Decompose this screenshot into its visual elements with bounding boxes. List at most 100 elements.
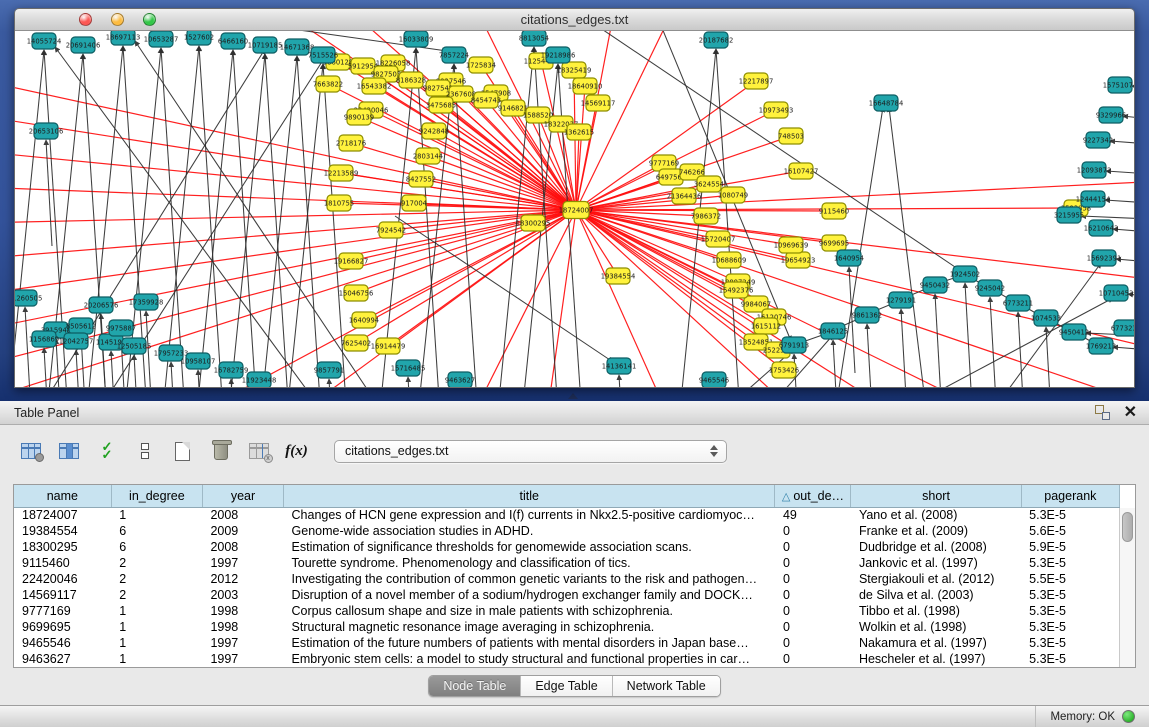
table-cell[interactable]: Embryonic stem cells: a model to study s… bbox=[284, 651, 775, 667]
graph-node[interactable]: 9857791 bbox=[314, 362, 344, 378]
graph-node[interactable]: 12213589 bbox=[324, 165, 359, 181]
table-cell[interactable]: Structural magnetic resonance image aver… bbox=[284, 619, 775, 635]
graph-node[interactable]: 6773231 bbox=[1111, 320, 1135, 336]
graph-node[interactable]: 3475685 bbox=[426, 97, 456, 113]
graph-node[interactable]: 1725834 bbox=[466, 57, 496, 73]
graph-node[interactable]: 16033809 bbox=[399, 31, 434, 47]
graph-edge[interactable] bbox=[1081, 216, 1135, 219]
graph-node[interactable]: 3215955 bbox=[1054, 207, 1084, 223]
graph-node[interactable]: 6791913 bbox=[779, 337, 809, 353]
table-cell[interactable]: 18724007 bbox=[14, 507, 111, 523]
graph-edge[interactable] bbox=[297, 56, 329, 388]
graph-node[interactable]: 9890139 bbox=[344, 109, 374, 125]
graph-node[interactable]: 9329966 bbox=[1096, 107, 1126, 123]
graph-edge[interactable] bbox=[965, 283, 971, 388]
table-cell[interactable]: 9465546 bbox=[14, 635, 111, 651]
graph-node[interactable]: 12505185 bbox=[117, 338, 152, 354]
table-cell[interactable]: Wolkin et al. (1998) bbox=[851, 619, 1021, 635]
graph-edge[interactable] bbox=[576, 210, 1135, 281]
network-canvas[interactable]: 1872400718300295193845549860128591295418… bbox=[15, 31, 1134, 388]
graph-edge[interactable] bbox=[25, 307, 31, 388]
graph-node[interactable]: 14569117 bbox=[581, 95, 616, 111]
graph-node[interactable]: 1924502 bbox=[950, 266, 980, 282]
graph-node[interactable]: 7857224 bbox=[439, 47, 469, 63]
graph-node[interactable]: 1640954 bbox=[834, 250, 864, 266]
graph-hub-node[interactable]: 18724007 bbox=[559, 202, 594, 219]
table-cell[interactable]: Disruption of a novel member of a sodium… bbox=[284, 587, 775, 603]
table-cell[interactable]: 1997 bbox=[202, 651, 283, 667]
column-header-pagerank[interactable]: pagerank bbox=[1021, 485, 1119, 507]
table-cell[interactable]: 1997 bbox=[202, 635, 283, 651]
column-header-short[interactable]: short bbox=[851, 485, 1021, 507]
table-cell[interactable]: 1998 bbox=[202, 603, 283, 619]
graph-edge[interactable] bbox=[395, 216, 613, 362]
table-settings-icon[interactable] bbox=[18, 439, 43, 464]
graph-edge[interactable] bbox=[171, 362, 177, 388]
graph-node[interactable]: 2718176 bbox=[336, 135, 366, 151]
table-cell[interactable]: 19384554 bbox=[14, 523, 111, 539]
graph-node[interactable]: 10969639 bbox=[774, 237, 809, 253]
table-cell[interactable]: 9699695 bbox=[14, 619, 111, 635]
graph-node[interactable]: 16543382 bbox=[357, 78, 392, 94]
graph-node[interactable]: 12444154 bbox=[1076, 191, 1111, 207]
graph-node[interactable]: 1362615 bbox=[564, 124, 594, 140]
table-cell[interactable]: 5.3E-5 bbox=[1021, 603, 1119, 619]
graph-node[interactable]: 1080749 bbox=[718, 187, 748, 203]
table-cell[interactable]: 5.3E-5 bbox=[1021, 635, 1119, 651]
graph-node[interactable]: 10688609 bbox=[712, 252, 747, 268]
table-cell[interactable]: 0 bbox=[775, 635, 851, 651]
graph-node[interactable]: 20187682 bbox=[699, 32, 734, 48]
graph-node[interactable]: 18300295 bbox=[516, 215, 551, 231]
table-cell[interactable]: 0 bbox=[775, 619, 851, 635]
table-cell[interactable]: Yano et al. (2008) bbox=[851, 507, 1021, 523]
table-cell[interactable]: de Silva et al. (2003) bbox=[851, 587, 1021, 603]
table-cell[interactable]: 2012 bbox=[202, 571, 283, 587]
graph-node[interactable]: 21364436 bbox=[667, 188, 702, 204]
graph-node[interactable]: 7515526 bbox=[308, 47, 338, 63]
graph-edge[interactable] bbox=[252, 56, 297, 388]
graph-node[interactable]: 7986372 bbox=[691, 208, 721, 224]
table-cell[interactable]: 9777169 bbox=[14, 603, 111, 619]
graph-node[interactable]: 8505612 bbox=[66, 318, 96, 334]
graph-node[interactable]: 1279191 bbox=[886, 292, 916, 308]
minimize-window-button[interactable] bbox=[111, 13, 124, 26]
table-cell[interactable]: 1997 bbox=[202, 555, 283, 571]
table-cell[interactable]: 0 bbox=[775, 651, 851, 667]
table-cell[interactable]: 2 bbox=[111, 555, 202, 571]
function-builder-icon[interactable]: f(x) bbox=[284, 439, 309, 464]
graph-edge[interactable] bbox=[123, 46, 155, 388]
table-cell[interactable]: 0 bbox=[775, 539, 851, 555]
tab-node-table[interactable]: Node Table bbox=[429, 676, 521, 696]
table-cell[interactable]: 1 bbox=[111, 619, 202, 635]
graph-node[interactable]: 917004 bbox=[401, 195, 427, 211]
graph-edge[interactable] bbox=[1046, 327, 1052, 388]
table-cell[interactable]: Stergiakouli et al. (2012) bbox=[851, 571, 1021, 587]
network-window-titlebar[interactable]: citations_edges.txt bbox=[15, 9, 1134, 31]
column-header-title[interactable]: title bbox=[284, 485, 775, 507]
graph-node[interactable]: 8813054 bbox=[519, 31, 549, 46]
table-cell[interactable]: 6 bbox=[111, 539, 202, 555]
table-cell[interactable]: 5.3E-5 bbox=[1021, 619, 1119, 635]
table-cell[interactable]: 1 bbox=[111, 635, 202, 651]
table-cell[interactable]: 2009 bbox=[202, 523, 283, 539]
table-cell[interactable]: 1 bbox=[111, 651, 202, 667]
table-cell[interactable]: 14569117 bbox=[14, 587, 111, 603]
graph-node[interactable]: 10719185 bbox=[248, 37, 283, 53]
graph-node[interactable]: 17359928 bbox=[129, 294, 164, 310]
graph-node[interactable]: 9699695 bbox=[819, 235, 849, 251]
graph-node[interactable]: 18697113 bbox=[106, 31, 141, 45]
graph-node[interactable]: 21260505 bbox=[15, 290, 42, 306]
float-panel-icon[interactable] bbox=[1095, 405, 1110, 420]
graph-edge[interactable] bbox=[408, 377, 414, 388]
table-cell[interactable]: 2008 bbox=[202, 539, 283, 555]
table-cell[interactable]: 6 bbox=[111, 523, 202, 539]
trash-icon[interactable] bbox=[208, 439, 233, 464]
graph-node[interactable]: 1615112 bbox=[751, 318, 781, 334]
graph-node[interactable]: 16648784 bbox=[869, 95, 904, 111]
graph-node[interactable]: 6466160 bbox=[218, 33, 248, 49]
graph-node[interactable]: 1846125 bbox=[818, 323, 848, 339]
graph-node[interactable]: 8427552 bbox=[406, 171, 436, 187]
table-cell[interactable]: 2008 bbox=[202, 507, 283, 523]
graph-node[interactable]: 19166827 bbox=[334, 253, 369, 269]
graph-edge[interactable] bbox=[1018, 312, 1024, 388]
